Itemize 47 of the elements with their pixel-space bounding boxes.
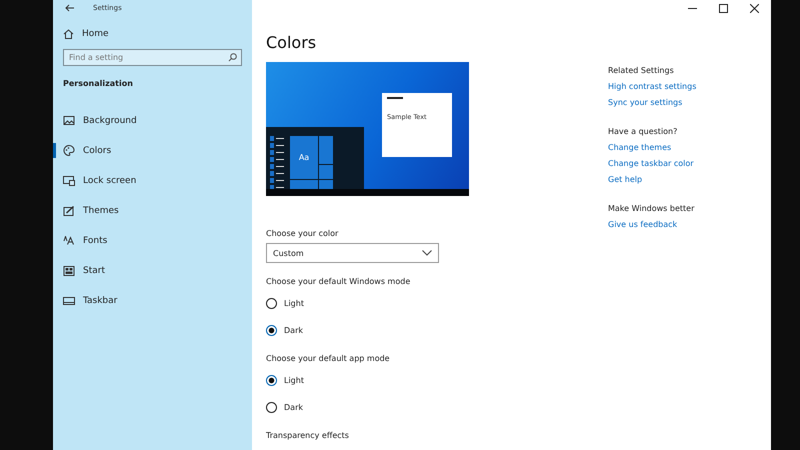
monitor-icon [63, 176, 75, 186]
close-icon[interactable] [750, 4, 759, 13]
nav-item[interactable]: Colors [63, 140, 242, 161]
related-heading: Have a question? [608, 127, 678, 136]
nav-item[interactable]: Themes [63, 200, 242, 221]
radio-button[interactable] [266, 298, 277, 309]
maximize-icon[interactable] [719, 4, 728, 13]
taskbar-icon [63, 296, 75, 304]
palette-icon [63, 145, 75, 156]
nav-item[interactable]: Fonts [63, 230, 242, 251]
help-link[interactable]: Change taskbar color [608, 159, 694, 168]
picture-icon [63, 116, 75, 125]
chevron-icon [422, 250, 432, 256]
brush-icon [63, 206, 75, 216]
group-label: Choose your default app mode [266, 354, 391, 363]
help-link[interactable]: Give us feedback [608, 220, 678, 229]
help-link[interactable]: Sync your settings [608, 98, 682, 107]
help-link[interactable]: High contrast settings [608, 82, 696, 91]
group-label: Choose your default Windows mode [266, 277, 412, 286]
section-heading: Personalization [63, 79, 134, 88]
radio-button[interactable] [266, 325, 277, 336]
nav-item[interactable]: Start [63, 260, 242, 281]
field-label: Choose your color [266, 229, 340, 238]
nav-item[interactable]: Background [63, 110, 242, 131]
home-link[interactable]: Home [63, 29, 242, 39]
nav-item[interactable]: Lock screen [63, 170, 242, 191]
color-dropdown[interactable]: Custom [266, 243, 439, 263]
help-link[interactable]: Change themes [608, 143, 672, 152]
letters-icon [63, 236, 75, 245]
search-field[interactable]: Find a setting [63, 49, 242, 66]
tiles-icon [63, 266, 75, 276]
page-title: Colors [266, 33, 318, 52]
radio-option[interactable]: Light [266, 294, 304, 313]
help-link[interactable]: Get help [608, 175, 642, 184]
radio-option[interactable]: Dark [266, 398, 303, 417]
radio-button[interactable] [266, 402, 277, 413]
radio-option[interactable]: Light [266, 371, 304, 390]
radio-button[interactable] [266, 375, 277, 386]
search-icon [228, 53, 237, 62]
radio-option[interactable]: Dark [266, 321, 303, 340]
home-icon [63, 29, 74, 39]
back-arrow-icon[interactable] [65, 4, 75, 12]
nav-item[interactable]: Taskbar [63, 290, 242, 311]
related-heading: Related Settings [608, 66, 675, 75]
section-heading: Transparency effects [266, 431, 350, 440]
start-menu-drawing: Aa [266, 127, 364, 189]
related-heading: Make Windows better [608, 204, 696, 213]
